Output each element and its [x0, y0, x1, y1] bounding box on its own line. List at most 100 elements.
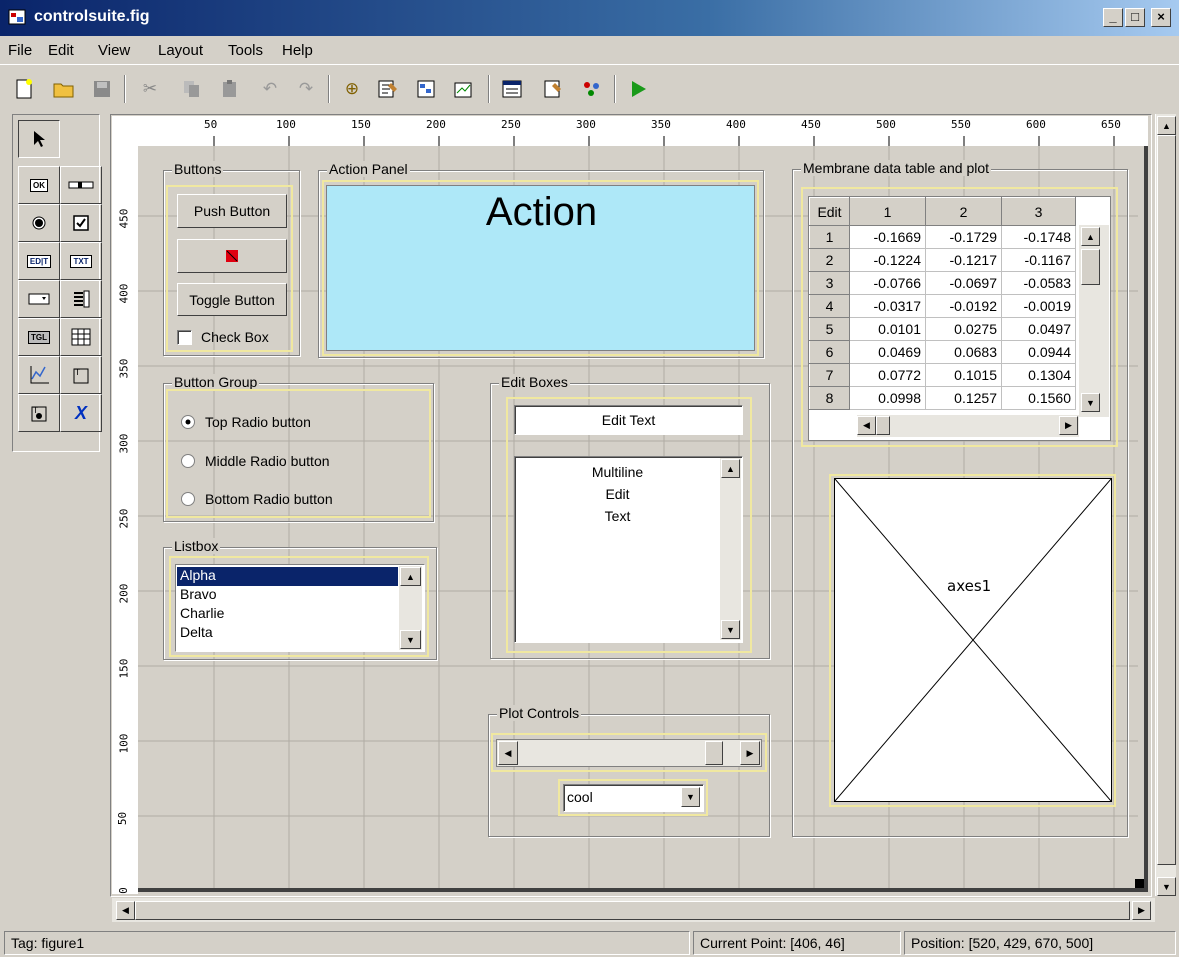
table-cell[interactable]: 0.1560: [1001, 386, 1076, 410]
menu-layout[interactable]: Layout: [158, 42, 203, 59]
dropdown-arrow-icon[interactable]: ▼: [681, 787, 700, 807]
scroll-up-arrow-icon[interactable]: ▲: [400, 567, 421, 586]
slider-left-arrow-icon[interactable]: ◀: [498, 741, 518, 765]
table-cell[interactable]: 0.1257: [925, 386, 1002, 410]
align-objects-icon[interactable]: ⊕: [340, 77, 364, 101]
data-table[interactable]: Edit 1 2 3 1 -0.1669 -0.1729 -0.1748 2 -0.12…: [808, 196, 1111, 441]
scroll-right-arrow-icon[interactable]: ▶: [1059, 416, 1078, 435]
menu-tools[interactable]: Tools: [228, 42, 263, 59]
scroll-up-arrow-icon[interactable]: ▲: [1157, 116, 1176, 135]
table-horizontal-scrollbar[interactable]: [857, 415, 1079, 437]
colormap-popup[interactable]: cool ▼: [563, 784, 704, 812]
table-cell[interactable]: -0.1167: [1001, 248, 1076, 272]
table-cell[interactable]: -0.0766: [849, 271, 926, 295]
mfile-editor-icon[interactable]: [452, 77, 476, 101]
resize-handle[interactable]: [1135, 879, 1144, 888]
popup-menu-tool-icon[interactable]: [18, 280, 60, 318]
run-figure-icon[interactable]: [626, 77, 650, 101]
table-cell[interactable]: 0.0772: [849, 363, 926, 387]
axes1[interactable]: axes1: [834, 478, 1112, 802]
table-row-header[interactable]: 5: [809, 317, 850, 341]
maximize-button[interactable]: □: [1125, 8, 1145, 27]
image-button[interactable]: [177, 239, 287, 273]
table-row-header[interactable]: 3: [809, 271, 850, 295]
layout-hscroll-thumb[interactable]: [135, 901, 1130, 920]
radio-top[interactable]: Top Radio button: [180, 414, 311, 430]
radiobutton-tool-icon[interactable]: [18, 204, 60, 242]
redo-icon[interactable]: ↷: [294, 77, 318, 101]
multiline-edit-field[interactable]: Multiline Edit Text ▲ ▼: [514, 456, 743, 643]
table-row-header[interactable]: 2: [809, 248, 850, 272]
cut-icon[interactable]: ✂: [138, 77, 162, 101]
table-cell[interactable]: -0.1729: [925, 225, 1002, 249]
table-cell[interactable]: 0.0469: [849, 340, 926, 364]
undo-icon[interactable]: ↶: [258, 77, 282, 101]
menu-file[interactable]: File: [8, 42, 32, 59]
slider-tool-icon[interactable]: [60, 166, 102, 204]
listbox-item[interactable]: Delta: [177, 624, 213, 640]
slider-right-arrow-icon[interactable]: ▶: [740, 741, 760, 765]
table-row-header[interactable]: 8: [809, 386, 850, 410]
listbox-tool-icon[interactable]: [60, 280, 102, 318]
tab-order-editor-icon[interactable]: [414, 77, 438, 101]
scroll-down-arrow-icon[interactable]: ▼: [1081, 393, 1100, 412]
property-inspector-icon[interactable]: [500, 77, 524, 101]
menu-editor-icon[interactable]: [376, 77, 400, 101]
table-row-header[interactable]: 6: [809, 340, 850, 364]
paste-icon[interactable]: [218, 77, 242, 101]
menu-help[interactable]: Help: [282, 42, 313, 59]
table-cell[interactable]: 0.0101: [849, 317, 926, 341]
minimize-button[interactable]: _: [1103, 8, 1123, 27]
scroll-left-arrow-icon[interactable]: ◀: [857, 416, 876, 435]
table-cell[interactable]: -0.0019: [1001, 294, 1076, 318]
menu-view[interactable]: View: [98, 42, 130, 59]
close-button[interactable]: ×: [1151, 8, 1171, 27]
radio-bottom[interactable]: Bottom Radio button: [180, 491, 333, 507]
table-row-header[interactable]: 1: [809, 225, 850, 249]
scroll-down-arrow-icon[interactable]: ▼: [400, 630, 421, 649]
table-tool-icon[interactable]: [60, 318, 102, 356]
table-cell[interactable]: -0.0192: [925, 294, 1002, 318]
pushbutton-tool-icon[interactable]: OK: [18, 166, 60, 204]
radio-middle[interactable]: Middle Radio button: [180, 453, 330, 469]
table-row-header[interactable]: 4: [809, 294, 850, 318]
scroll-down-arrow-icon[interactable]: ▼: [1157, 877, 1176, 896]
panel-tool-icon[interactable]: T: [60, 356, 102, 394]
listbox[interactable]: Alpha Bravo Charlie Delta ▲ ▼: [175, 564, 425, 652]
select-tool-icon[interactable]: [18, 120, 60, 158]
checkbox-square[interactable]: [177, 329, 192, 345]
scroll-up-arrow-icon[interactable]: ▲: [1081, 227, 1100, 246]
table-corner-header[interactable]: Edit: [809, 197, 850, 226]
plot-slider[interactable]: ◀ ▶: [496, 739, 762, 767]
listbox-item[interactable]: Charlie: [177, 605, 224, 621]
table-cell[interactable]: -0.1224: [849, 248, 926, 272]
table-column-header[interactable]: 3: [1001, 197, 1076, 226]
table-row-header[interactable]: 7: [809, 363, 850, 387]
table-column-header[interactable]: 2: [925, 197, 1002, 226]
slider-thumb[interactable]: [704, 741, 723, 765]
multiline-scrollbar[interactable]: [720, 458, 741, 640]
table-cell[interactable]: -0.0697: [925, 271, 1002, 295]
table-cell[interactable]: 0.0998: [849, 386, 926, 410]
edit-text-tool-icon[interactable]: ED|T: [18, 242, 60, 280]
table-cell[interactable]: 0.0497: [1001, 317, 1076, 341]
title-bar[interactable]: controlsuite.fig _ □ ×: [0, 0, 1179, 36]
listbox-item[interactable]: Bravo: [177, 586, 217, 602]
table-cell[interactable]: 0.1015: [925, 363, 1002, 387]
table-cell[interactable]: -0.0317: [849, 294, 926, 318]
listbox-item-selected[interactable]: Alpha: [177, 567, 398, 586]
table-cell[interactable]: 0.0275: [925, 317, 1002, 341]
scroll-right-arrow-icon[interactable]: ▶: [1132, 901, 1151, 920]
table-cell[interactable]: -0.0583: [1001, 271, 1076, 295]
static-text-tool-icon[interactable]: TXT: [60, 242, 102, 280]
new-file-icon[interactable]: [12, 77, 36, 101]
action-area[interactable]: Action: [326, 185, 755, 351]
button-group-tool-icon[interactable]: T: [18, 394, 60, 432]
menu-edit[interactable]: Edit: [48, 42, 74, 59]
check-box[interactable]: Check Box: [177, 326, 287, 348]
axes-tool-icon[interactable]: [18, 356, 60, 394]
scroll-left-arrow-icon[interactable]: ◀: [116, 901, 135, 920]
layout-vscroll-thumb[interactable]: [1157, 135, 1176, 865]
push-button[interactable]: Push Button: [177, 194, 287, 228]
checkbox-tool-icon[interactable]: [60, 204, 102, 242]
